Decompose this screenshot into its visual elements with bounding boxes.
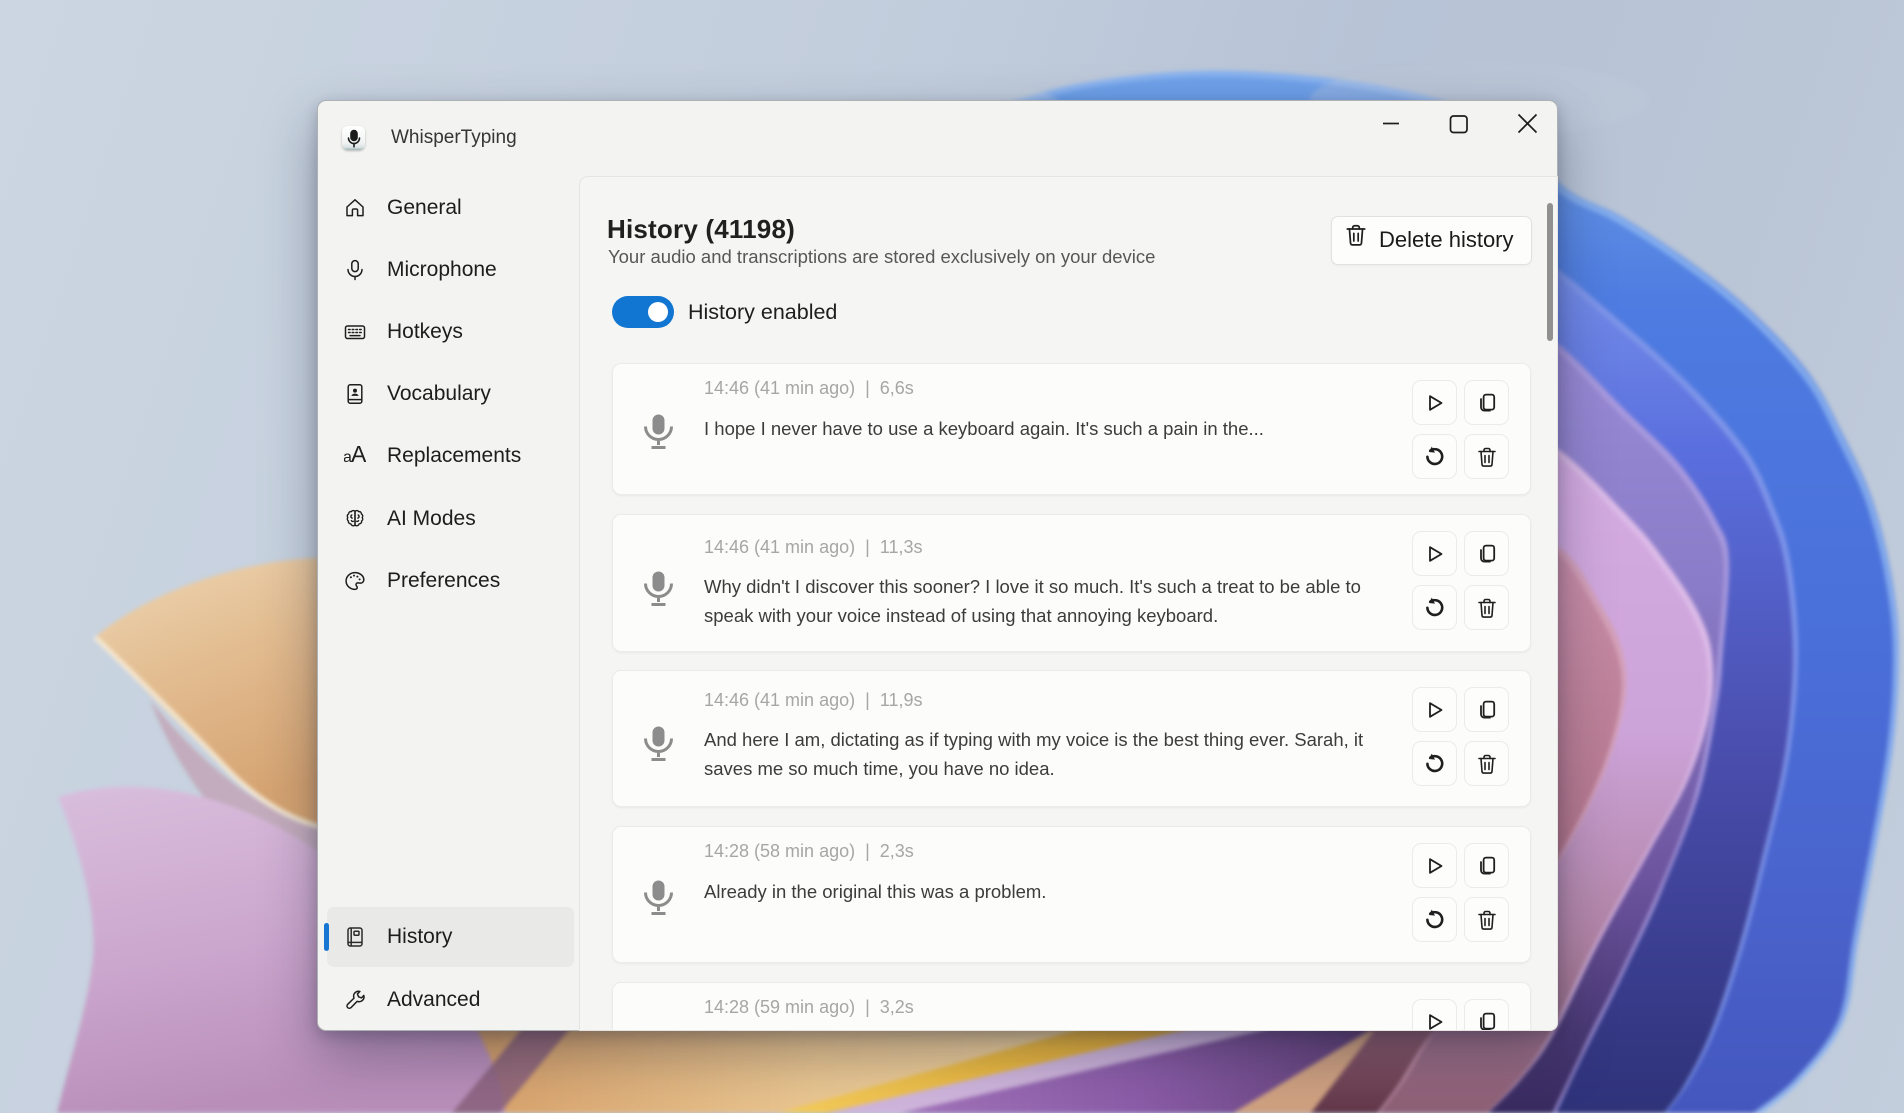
svg-text:A: A [351,445,366,467]
